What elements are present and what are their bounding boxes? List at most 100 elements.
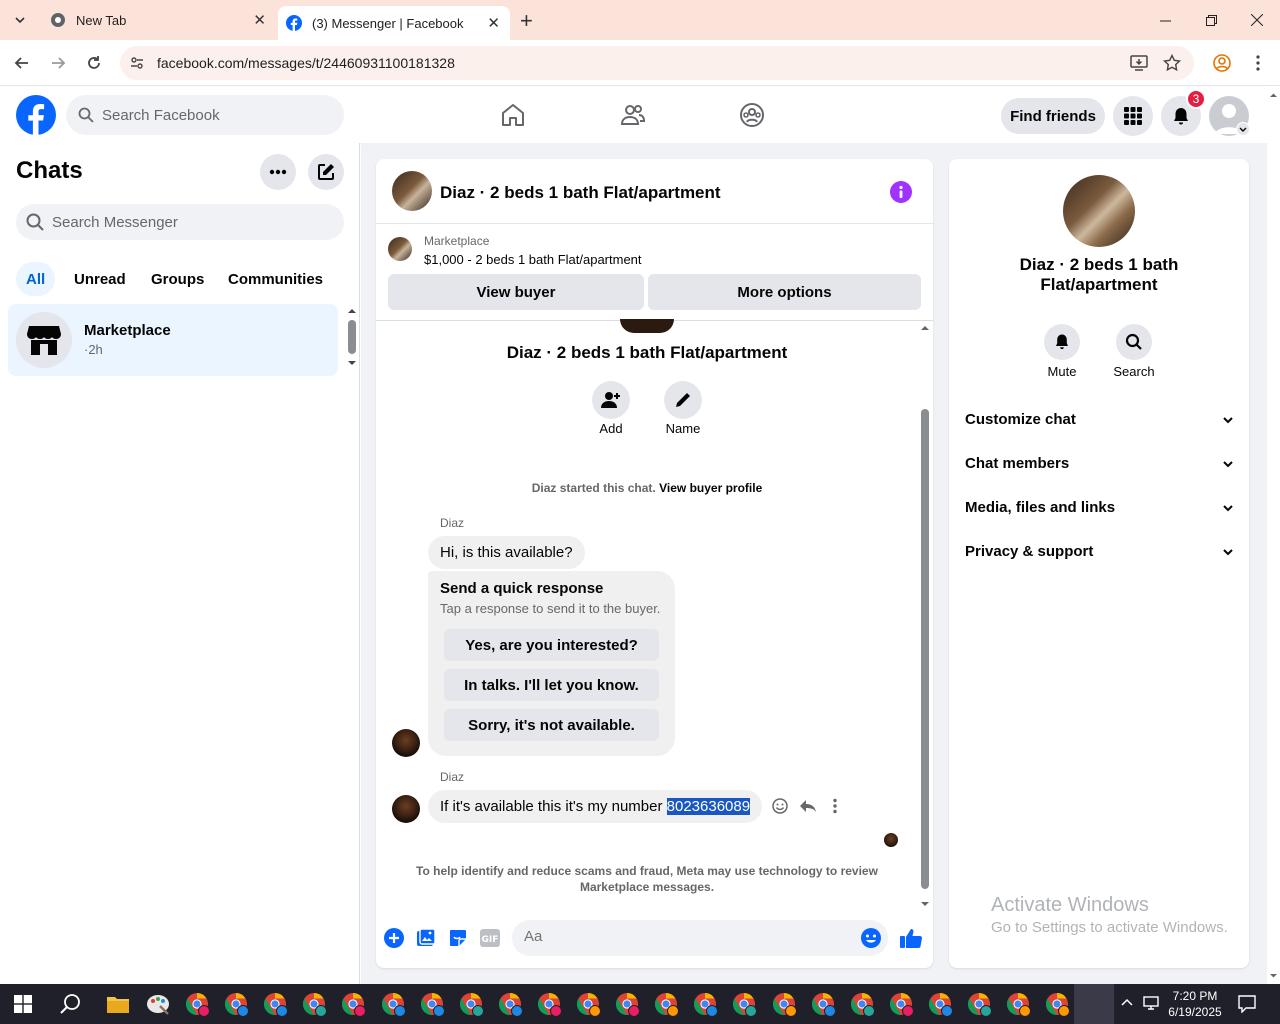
send-like-button[interactable]: [899, 926, 923, 950]
listing-thumbnail[interactable]: [388, 237, 412, 261]
accordion-chat-members[interactable]: Chat members: [965, 455, 1235, 472]
chrome-taskbar-icon[interactable]: [693, 992, 719, 1018]
tray-overflow-icon[interactable]: [1120, 996, 1134, 1010]
tab-messenger[interactable]: (3) Messenger | Facebook ✕: [278, 6, 510, 40]
reply-button[interactable]: [799, 797, 817, 815]
taskbar-search-button[interactable]: [60, 993, 82, 1015]
message-bubble[interactable]: If it's available this it's my number 80…: [428, 790, 763, 823]
chrome-taskbar-icon[interactable]: [732, 992, 758, 1018]
chrome-taskbar-icon[interactable]: [381, 992, 407, 1018]
scroll-down-icon[interactable]: [1267, 969, 1280, 982]
message-bubble[interactable]: Hi, is this available?: [428, 536, 585, 569]
filter-all[interactable]: All: [16, 262, 56, 296]
tab-new-tab[interactable]: New Tab ✕: [40, 0, 276, 40]
facebook-logo-icon[interactable]: [16, 95, 56, 135]
quick-reply-option[interactable]: In talks. I'll let you know.: [444, 669, 659, 701]
scroll-up-icon[interactable]: [1267, 89, 1280, 102]
sender-avatar[interactable]: [392, 729, 420, 757]
attach-photo-button[interactable]: [416, 928, 436, 948]
install-app-icon[interactable]: [1130, 54, 1148, 72]
chrome-taskbar-icon[interactable]: [185, 992, 211, 1018]
find-friends-button[interactable]: Find friends: [1001, 98, 1105, 134]
listing-avatar[interactable]: [392, 171, 432, 211]
name-chat-button[interactable]: [664, 381, 702, 419]
add-people-button[interactable]: [592, 381, 630, 419]
profile-icon[interactable]: [1212, 53, 1232, 73]
more-options-button[interactable]: More options: [648, 274, 921, 310]
message-input[interactable]: [524, 928, 844, 945]
sender-avatar[interactable]: [392, 795, 420, 823]
browser-menu-icon[interactable]: [1250, 53, 1266, 73]
sticker-button[interactable]: [448, 928, 468, 948]
site-info-icon[interactable]: [129, 55, 145, 71]
account-chevron-icon[interactable]: [1236, 122, 1250, 136]
filter-groups[interactable]: Groups: [139, 262, 216, 296]
scroll-down-icon[interactable]: [346, 358, 358, 368]
messenger-search[interactable]: [16, 204, 344, 240]
chats-options-button[interactable]: [260, 154, 296, 190]
friends-nav-icon[interactable]: [620, 102, 646, 128]
chrome-taskbar-icon[interactable]: [263, 992, 289, 1018]
restore-button[interactable]: [1188, 0, 1234, 40]
scroll-down-icon[interactable]: [918, 899, 932, 909]
chrome-taskbar-icon[interactable]: [224, 992, 250, 1018]
page-scrollbar[interactable]: [1267, 87, 1280, 984]
network-icon[interactable]: [1143, 995, 1161, 1011]
scrollbar-thumb[interactable]: [921, 409, 929, 889]
url-text[interactable]: facebook.com/messages/t/2446093110018132…: [157, 55, 455, 71]
back-button[interactable]: [12, 53, 32, 73]
messenger-search-input[interactable]: [52, 213, 312, 231]
start-button[interactable]: [14, 995, 32, 1013]
action-center-icon[interactable]: [1238, 995, 1256, 1013]
chrome-taskbar-icon[interactable]: [1045, 992, 1071, 1018]
chrome-taskbar-icon[interactable]: [772, 992, 798, 1018]
paint-app-icon[interactable]: [146, 992, 170, 1016]
listing-description[interactable]: $1,000 - 2 beds 1 bath Flat/apartment: [424, 252, 642, 267]
chrome-taskbar-icon[interactable]: [537, 992, 563, 1018]
scrollbar-thumb[interactable]: [348, 320, 356, 354]
tab-search-button[interactable]: [8, 8, 32, 32]
new-tab-plus-icon[interactable]: +: [520, 8, 533, 34]
quick-reply-option[interactable]: Yes, are you interested?: [444, 629, 659, 661]
search-in-chat-button[interactable]: [1116, 324, 1152, 360]
new-message-button[interactable]: [308, 154, 344, 190]
chrome-taskbar-icon[interactable]: [459, 992, 485, 1018]
scroll-up-icon[interactable]: [346, 306, 358, 316]
taskbar-clock[interactable]: 7:20 PM 6/19/2025: [1164, 988, 1226, 1020]
listing-photo-avatar[interactable]: [1063, 175, 1135, 247]
react-button[interactable]: [771, 797, 789, 815]
close-window-button[interactable]: [1234, 0, 1280, 40]
filter-communities[interactable]: Communities: [216, 262, 335, 296]
conversation-info-button[interactable]: [890, 181, 912, 203]
messages-scrollbar[interactable]: [918, 323, 932, 906]
accordion-privacy-support[interactable]: Privacy & support: [965, 543, 1235, 560]
more-actions-button[interactable]: [384, 928, 404, 948]
selected-phone-number[interactable]: 8023636089: [666, 798, 751, 815]
view-buyer-button[interactable]: View buyer: [388, 274, 644, 310]
chrome-taskbar-icon[interactable]: [967, 992, 993, 1018]
chrome-taskbar-icon[interactable]: [811, 992, 837, 1018]
chrome-taskbar-icon[interactable]: [850, 992, 876, 1018]
accordion-media-files-links[interactable]: Media, files and links: [965, 499, 1235, 516]
gif-button[interactable]: GIF: [480, 928, 500, 948]
minimize-button[interactable]: [1142, 0, 1188, 40]
forward-button[interactable]: [48, 53, 68, 73]
emoji-icon[interactable]: [860, 927, 882, 949]
close-tab-icon[interactable]: ✕: [253, 11, 266, 29]
message-more-button[interactable]: [831, 797, 839, 815]
facebook-search-input[interactable]: [102, 106, 322, 124]
groups-nav-icon[interactable]: [739, 102, 765, 128]
chrome-taskbar-icon[interactable]: [615, 992, 641, 1018]
home-nav-icon[interactable]: [500, 102, 526, 128]
bookmark-star-icon[interactable]: [1163, 54, 1181, 72]
view-buyer-profile-link[interactable]: View buyer profile: [659, 481, 762, 495]
mute-button[interactable]: [1044, 324, 1080, 360]
chrome-taskbar-icon[interactable]: [420, 992, 446, 1018]
quick-reply-option[interactable]: Sorry, it's not available.: [444, 709, 659, 741]
close-tab-icon[interactable]: ✕: [487, 14, 500, 32]
chrome-taskbar-icon[interactable]: [341, 992, 367, 1018]
scroll-up-icon[interactable]: [918, 323, 932, 333]
sidebar-scrollbar[interactable]: [346, 306, 358, 372]
menu-button[interactable]: [1113, 96, 1153, 136]
file-explorer-icon[interactable]: [106, 993, 130, 1015]
